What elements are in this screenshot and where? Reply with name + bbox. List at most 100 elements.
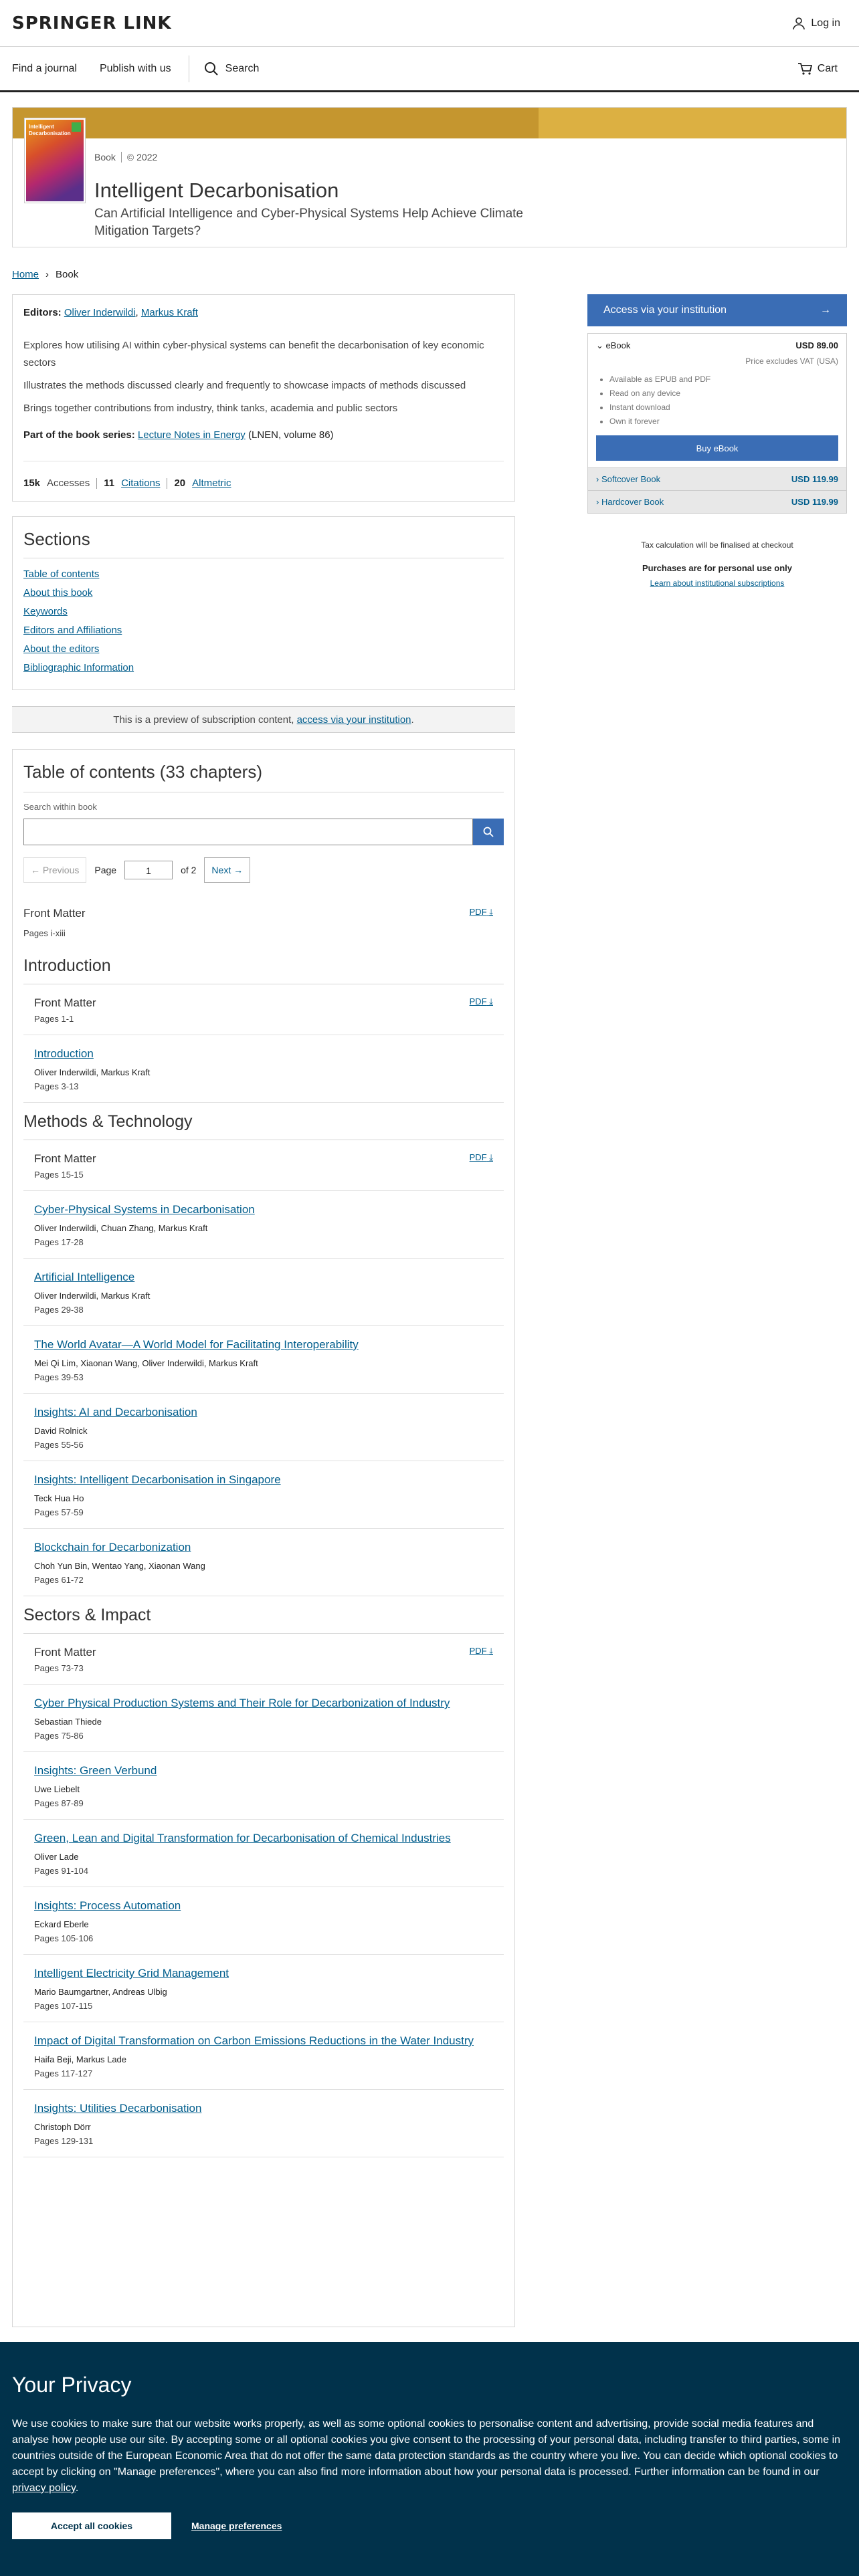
chapter-authors: Oliver Lade (34, 1852, 79, 1862)
front-matter-title: Front Matter (34, 1152, 96, 1165)
chapter-item: Artificial Intelligence Oliver Inderwildi… (23, 1259, 504, 1326)
chapter-item: Insights: Process Automation Eckard Eberl… (23, 1887, 504, 1955)
chapter-item: Insights: AI and Decarbonisation David Ro… (23, 1394, 504, 1461)
editor-link[interactable]: Oliver Inderwildi (64, 307, 136, 318)
chapter-item: Insights: Green Verbund Uwe Liebelt Pages … (23, 1752, 504, 1820)
publish-link[interactable]: Publish with us (100, 63, 171, 75)
chapter-pages: Pages 3-13 (34, 1081, 79, 1091)
chapter-pages: Pages 1-1 (34, 1014, 74, 1024)
chapter-title-link[interactable]: Intelligent Electricity Grid Management (34, 1967, 229, 1979)
section-link[interactable]: Keywords (23, 603, 504, 621)
chapter-item: Impact of Digital Transformation on Carb… (23, 2022, 504, 2090)
chapter-pages: Pages 29-38 (34, 1305, 84, 1315)
access-via-institution-button[interactable]: Access via your institution → (587, 294, 847, 326)
chapter-pages: Pages 91-104 (34, 1866, 88, 1876)
series-link[interactable]: Lecture Notes in Energy (138, 429, 246, 441)
pdf-download-link[interactable]: PDF ⤓ (470, 907, 493, 918)
front-matter-title: Front Matter (34, 1646, 96, 1658)
springer-link-logo[interactable]: SPRINGER LINK (12, 13, 172, 33)
chapter-title-link[interactable]: Insights: Intelligent Decarbonisation in… (34, 1473, 281, 1486)
cookie-banner: Your Privacy We use cookies to make sure… (0, 2342, 859, 2576)
search-button[interactable]: Search (204, 62, 259, 76)
chapter-pages: Pages 17-28 (34, 1237, 84, 1247)
cart-link[interactable]: Cart (797, 62, 838, 76)
find-journal-link[interactable]: Find a journal (12, 63, 77, 75)
book-cover: Intelligent Decarbonisation (25, 118, 85, 203)
hero-band (13, 108, 846, 138)
chapter-pages: Pages 117-127 (34, 2068, 93, 2078)
front-matter-item: Front Matter Pages 1-1 PDF ⤓ (23, 984, 504, 1035)
cart-label: Cart (817, 62, 838, 74)
buy-ebook-button[interactable]: Buy eBook (596, 435, 838, 461)
chapter-title-link[interactable]: Insights: AI and Decarbonisation (34, 1406, 197, 1418)
section-link[interactable]: Editors and Affiliations (23, 621, 504, 640)
chapter-authors: David Rolnick (34, 1426, 88, 1436)
book-series: Part of the book series: Lecture Notes i… (23, 429, 334, 441)
chapter-title-link[interactable]: Insights: Process Automation (34, 1899, 181, 1912)
institution-access-link[interactable]: access via your institution (297, 714, 411, 726)
privacy-policy-link[interactable]: privacy policy (12, 2482, 76, 2494)
chapter-pages: Pages 129-131 (34, 2136, 94, 2146)
chapter-authors: Haifa Beji, Markus Lade (34, 2054, 127, 2064)
chapter-item: Cyber-Physical Systems in Decarbonisatio… (23, 1191, 504, 1259)
next-page-button[interactable]: Next → (204, 857, 251, 883)
accept-all-cookies-button[interactable]: Accept all cookies (12, 2512, 171, 2539)
main-column: Editors: Oliver Inderwildi, Markus Kraft… (12, 294, 515, 2327)
section-link[interactable]: Bibliographic Information (23, 659, 504, 677)
previous-page-button[interactable]: ← Previous (23, 857, 87, 883)
chapter-title-link[interactable]: The World Avatar—A World Model for Facil… (34, 1338, 359, 1351)
chapter-title-link[interactable]: Cyber-Physical Systems in Decarbonisatio… (34, 1203, 255, 1216)
ebook-features: Available as EPUB and PDF Read on any de… (596, 372, 838, 429)
chevron-right-icon: › (596, 474, 601, 484)
chapter-title-link[interactable]: Introduction (34, 1047, 94, 1060)
breadcrumb-current: Book (56, 269, 79, 280)
chapter-pages: Pages 55-56 (34, 1440, 84, 1450)
pdf-download-link[interactable]: PDF ⤓ (470, 996, 493, 1007)
search-icon (483, 827, 494, 837)
chapter-authors: Uwe Liebelt (34, 1784, 80, 1794)
softcover-option[interactable]: › Softcover Book USD 119.99 (588, 467, 846, 490)
pdf-download-link[interactable]: PDF ⤓ (470, 1646, 493, 1656)
toc-search-button[interactable] (473, 819, 504, 845)
tax-note: Tax calculation will be finalised at che… (641, 540, 793, 550)
ebook-toggle[interactable]: ⌄ eBook (596, 340, 630, 351)
purchase-sidebar: Access via your institution → ⌄ eBook US… (587, 294, 847, 588)
chapter-title-link[interactable]: Green, Lean and Digital Transformation f… (34, 1832, 451, 1844)
chapter-title-link[interactable]: Blockchain for Decarbonization (34, 1541, 191, 1553)
chapter-item: Insights: Utilities Decarbonisation Chris… (23, 2090, 504, 2157)
breadcrumb-home[interactable]: Home (12, 269, 39, 280)
editor-link[interactable]: Markus Kraft (141, 307, 198, 318)
page-number-input[interactable]: 1 (124, 861, 173, 879)
section-link[interactable]: Table of contents (23, 565, 504, 584)
chapter-authors: Mei Qi Lim, Xiaonan Wang, Oliver Inderwi… (34, 1358, 258, 1368)
chevron-right-icon: › (596, 497, 601, 507)
login-link[interactable]: Log in (792, 17, 840, 30)
book-highlights: Explores how utilising AI within cyber-p… (23, 337, 504, 417)
altmetric-link[interactable]: Altmetric (192, 477, 231, 489)
cookie-actions: Accept all cookies Manage preferences (12, 2512, 847, 2539)
institutional-subscriptions-link[interactable]: Learn about institutional subscriptions (587, 578, 847, 588)
pdf-download-link[interactable]: PDF ⤓ (470, 1152, 493, 1163)
chapter-authors: Choh Yun Bin, Wentao Yang, Xiaonan Wang (34, 1561, 205, 1571)
manage-preferences-link[interactable]: Manage preferences (191, 2520, 282, 2531)
chapter-title-link[interactable]: Cyber Physical Production Systems and Th… (34, 1697, 450, 1709)
chapter-title-link[interactable]: Insights: Green Verbund (34, 1764, 157, 1777)
section-link[interactable]: About the editors (23, 640, 504, 659)
chapter-item: Introduction Oliver Inderwildi, Markus Kr… (23, 1035, 504, 1103)
sections-heading: Sections (23, 529, 504, 558)
chapter-item: Blockchain for Decarbonization Choh Yun B… (23, 1529, 504, 1596)
search-within-book-input[interactable] (23, 819, 473, 845)
hardcover-option[interactable]: › Hardcover Book USD 119.99 (588, 490, 846, 513)
toc-parts: Introduction Front Matter Pages 1-1 PDF ⤓ In… (23, 947, 504, 2157)
chapter-authors: Eckard Eberle (34, 1919, 89, 1929)
chapter-title-link[interactable]: Insights: Utilities Decarbonisation (34, 2102, 201, 2115)
ebook-price: USD 89.00 (795, 340, 838, 350)
chapter-pages: Pages 57-59 (34, 1507, 84, 1517)
user-icon (793, 17, 805, 29)
chapter-title-link[interactable]: Impact of Digital Transformation on Carb… (34, 2034, 474, 2047)
chapter-title-link[interactable]: Artificial Intelligence (34, 1271, 134, 1283)
section-link[interactable]: About this book (23, 584, 504, 603)
toc-search-label: Search within book (23, 802, 97, 812)
pagination: ← Previous Page 1 of 2 Next → (23, 857, 504, 883)
citations-link[interactable]: Citations (121, 477, 160, 489)
